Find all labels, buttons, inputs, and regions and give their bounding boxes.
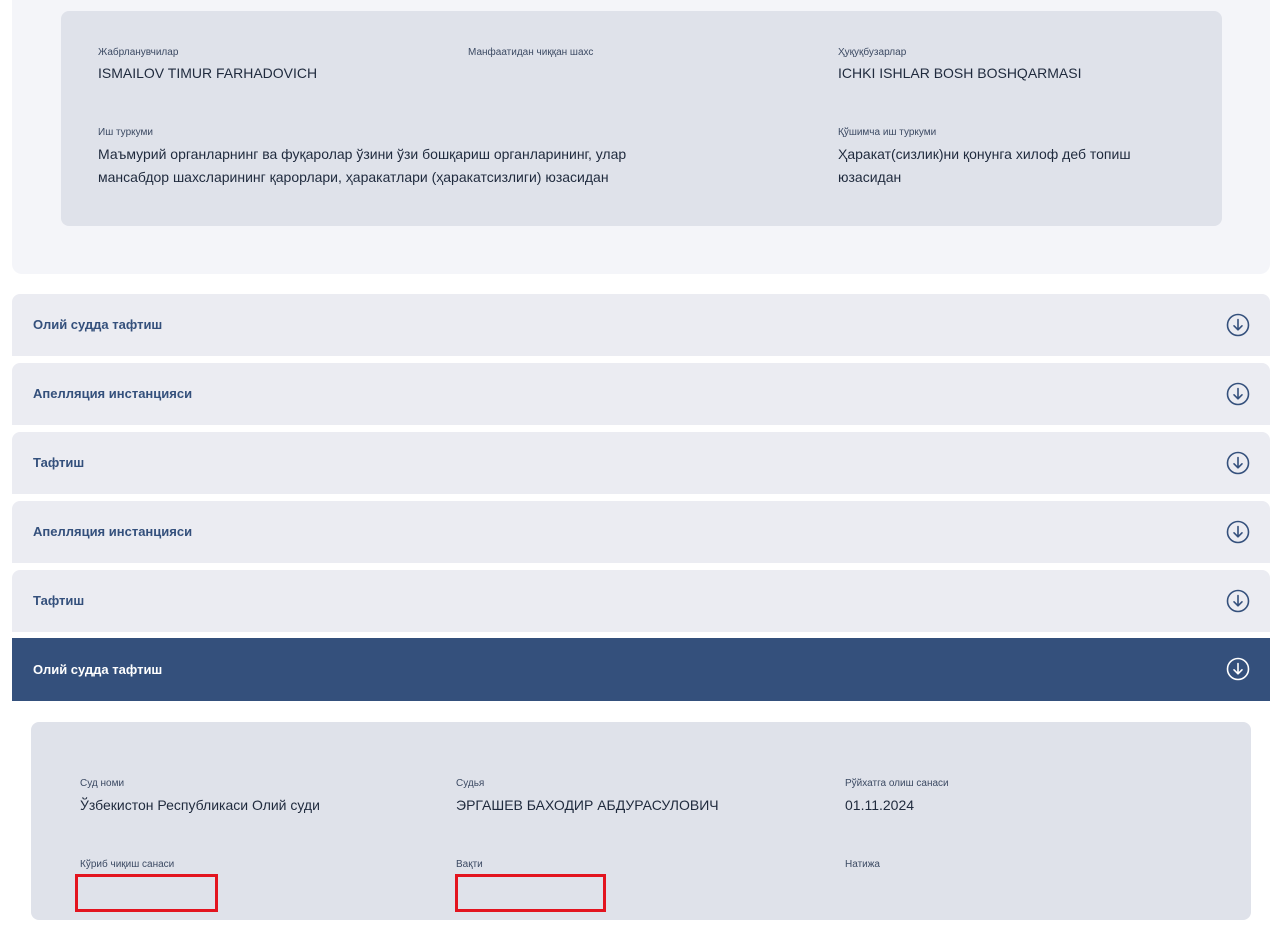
arrow-down-circle-icon[interactable] [1226,382,1250,406]
victims-label: Жабрланувчилар [98,47,179,58]
registration-date-value: 01.11.2024 [845,797,915,813]
judge-label: Судья [456,778,485,789]
result-label: Натижа [845,859,880,870]
review-date-label: Кўриб чиқиш санаси [80,859,175,870]
arrow-down-circle-icon[interactable] [1226,657,1250,681]
accordion-review-1[interactable]: Тафтиш [12,432,1270,494]
time-highlight [455,874,606,912]
extra-case-type-label: Қўшимча иш туркуми [838,127,937,138]
registration-date-label: Рўйхатга олиш санаси [845,778,949,789]
interested-party-label: Манфаатидан чиққан шахс [468,47,594,58]
arrow-down-circle-icon[interactable] [1226,451,1250,475]
case-type-label: Иш туркуми [98,127,153,138]
accordion-title: Олий судда тафтиш [33,317,163,332]
accordion-supreme-review-1[interactable]: Олий судда тафтиш [12,294,1270,356]
accordion-title: Тафтиш [33,593,85,608]
court-name-label: Суд номи [80,778,125,789]
accordion-review-2[interactable]: Тафтиш [12,570,1270,632]
victims-value: ISMAILOV TIMUR FARHADOVICH [98,65,318,81]
accordion-title: Апелляция инстанцияси [33,386,193,401]
time-label: Вақти [456,859,483,870]
violators-label: Ҳуқуқбузарлар [838,47,907,58]
court-name-value: Ўзбекистон Республикаси Олий суди [80,797,320,813]
review-date-highlight [75,874,218,912]
accordion-title: Апелляция инстанцияси [33,524,193,539]
arrow-down-circle-icon[interactable] [1226,520,1250,544]
extra-case-type-line-2: юзасидан [838,169,902,185]
accordion-appeal-1[interactable]: Апелляция инстанцияси [12,363,1270,425]
extra-case-type-line-1: Ҳаракат(сизлик)ни қонунга хилоф деб топи… [838,146,1131,162]
case-info-panel: Жабрланувчилар ISMAILOV TIMUR FARHADOVIC… [61,11,1222,226]
judge-value: ЭРГАШЕВ БАХОДИР АБДУРАСУЛОВИЧ [456,797,719,813]
accordion-appeal-2[interactable]: Апелляция инстанцияси [12,501,1270,563]
arrow-down-circle-icon[interactable] [1226,313,1250,337]
accordion-title: Тафтиш [33,455,85,470]
case-type-line-1: Маъмурий органларнинг ва фуқаролар ўзини… [98,146,627,162]
accordion-supreme-review-2-expanded[interactable]: Олий судда тафтиш [12,638,1270,701]
violators-value: ICHKI ISHLAR BOSH BOSHQARMASI [838,65,1082,81]
accordion-title: Олий судда тафтиш [33,662,163,677]
case-type-line-2: мансабдор шахсларининг қарорлари, ҳарака… [98,169,609,185]
arrow-down-circle-icon[interactable] [1226,589,1250,613]
